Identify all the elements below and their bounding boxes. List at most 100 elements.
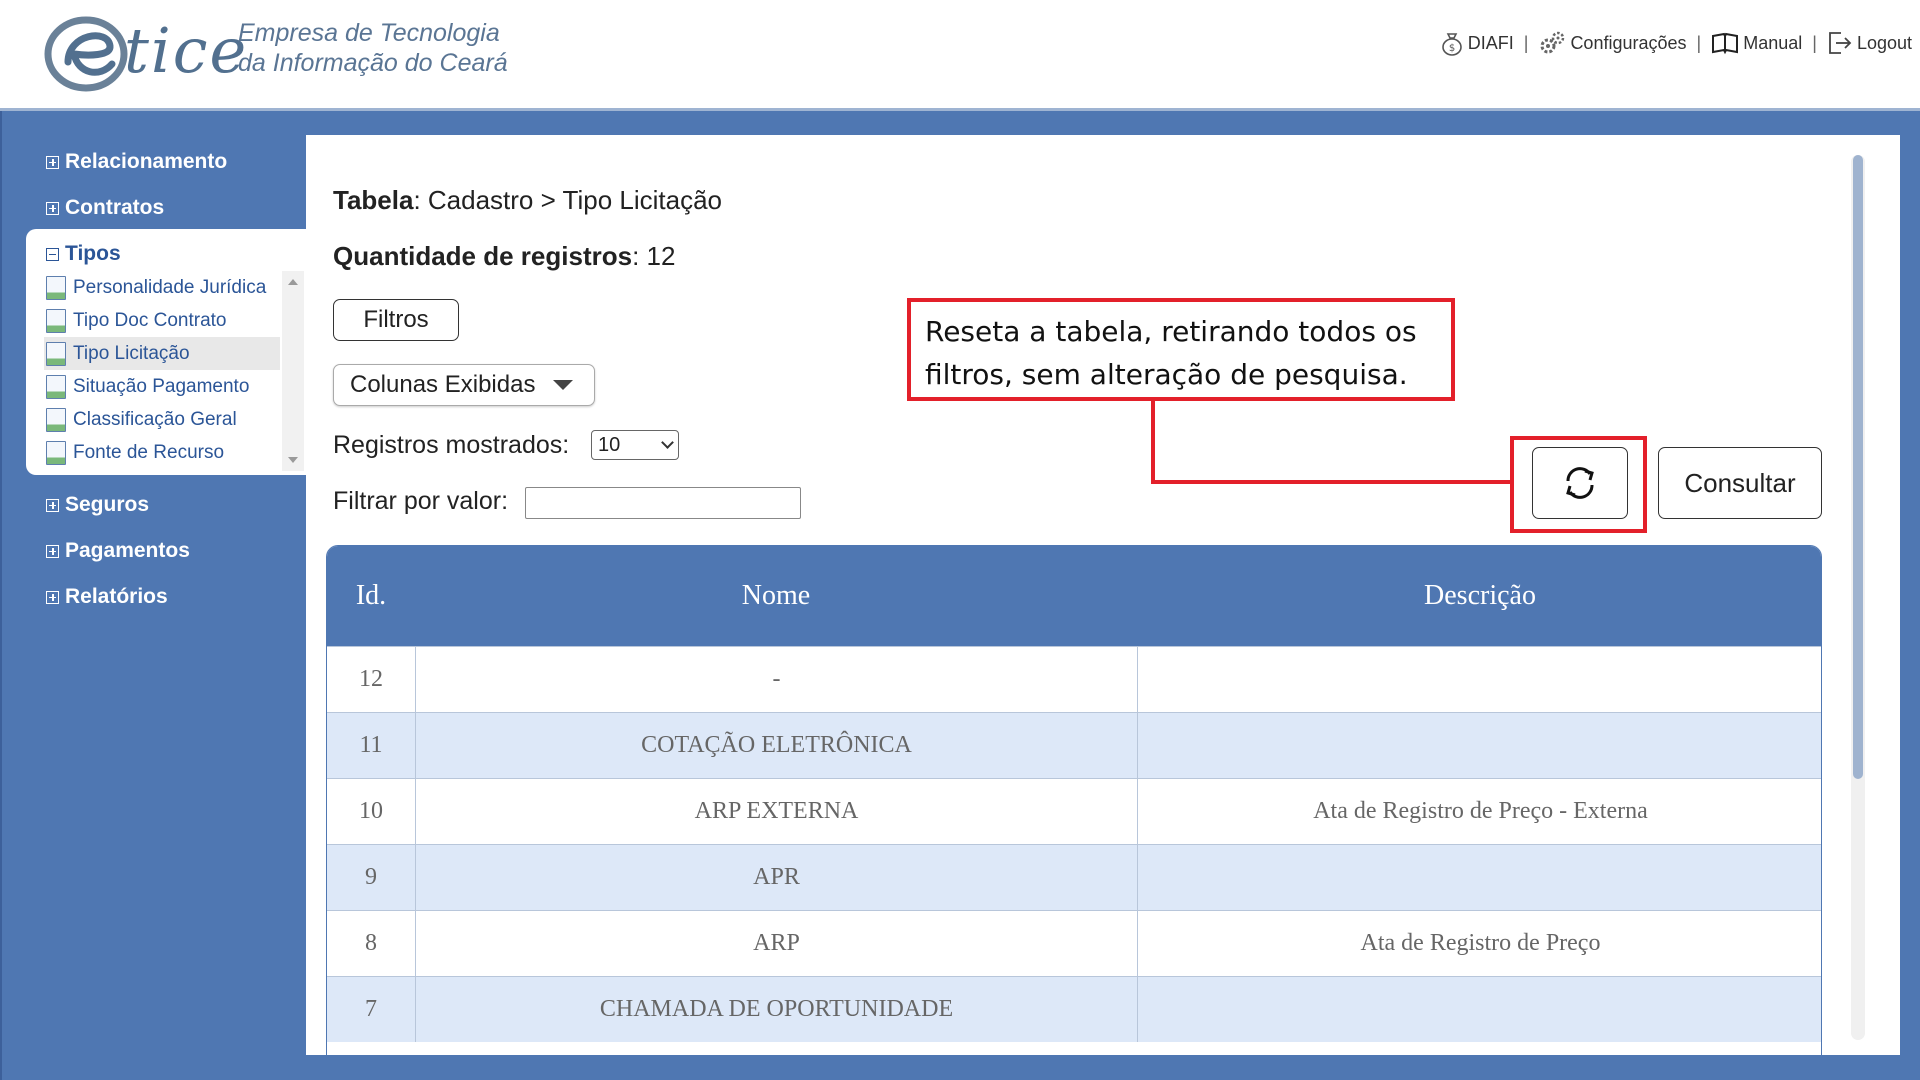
data-table: Id. Nome Descrição 12 - 11 COTAÇÃO ELETR… — [326, 545, 1822, 1055]
cell-id: 11 — [359, 732, 383, 758]
cell-descricao: Ata de Registro de Preço — [1137, 911, 1821, 976]
document-icon — [46, 341, 66, 366]
nav-configuracoes-label: Configurações — [1570, 32, 1687, 53]
nav-logout[interactable]: Logout — [1827, 30, 1912, 56]
registros-label: Registros mostrados: — [333, 431, 570, 459]
sidebar-item-label: Contratos — [65, 196, 165, 219]
expand-icon — [46, 590, 59, 604]
table-row[interactable]: 7 CHAMADA DE OPORTUNIDADE — [327, 976, 1821, 1042]
book-icon — [1712, 32, 1739, 55]
registros-select[interactable]: 10 — [591, 430, 679, 460]
document-icon — [46, 308, 66, 333]
nav-logout-label: Logout — [1856, 32, 1912, 53]
cell-nome: APR — [415, 845, 1137, 910]
table-row[interactable]: 12 - — [327, 646, 1821, 712]
submenu-item-situacao-pagamento[interactable]: Situação Pagamento — [44, 370, 280, 403]
money-bag-icon: $ — [1441, 33, 1462, 56]
cell-nome: ARP EXTERNA — [415, 779, 1137, 844]
nav-diafi[interactable]: $ DIAFI — [1440, 30, 1514, 56]
submenu-item-label: Fonte de Recurso — [73, 441, 225, 463]
submenu-item-tipo-licitacao[interactable]: Tipo Licitação — [44, 337, 280, 370]
sidebar-item-label: Tipos — [65, 242, 121, 265]
submenu-item-label: Tipo Doc Contrato — [73, 309, 227, 331]
logo-e-mark — [44, 16, 128, 92]
column-header-id[interactable]: Id. — [327, 546, 415, 646]
dropdown-arrow-icon — [553, 380, 574, 390]
table-row[interactable]: 9 APR — [327, 844, 1821, 910]
cell-id: 9 — [365, 864, 377, 890]
sidebar-item-seguros[interactable]: Seguros — [46, 493, 149, 517]
submenu-item-personalidade-juridica[interactable]: Personalidade Jurídica — [44, 271, 280, 304]
annotation-line-1: Reseta a tabela, retirando todos os — [925, 315, 1417, 348]
submenu-item-label: Personalidade Jurídica — [73, 276, 267, 298]
column-header-descricao[interactable]: Descrição — [1137, 546, 1821, 646]
submenu-item-classificacao-geral[interactable]: Classificação Geral — [44, 403, 280, 436]
scroll-down-icon[interactable] — [288, 457, 298, 463]
sidebar-item-label: Pagamentos — [65, 539, 190, 562]
sidebar-tipos-panel: Tipos Personalidade Jurídica Tipo Doc Co… — [26, 229, 306, 475]
scroll-up-icon[interactable] — [288, 279, 298, 285]
annotation-highlight-box — [1510, 436, 1647, 533]
company-line-2: da Informação do Ceará — [238, 49, 508, 77]
sidebar-item-label: Relacionamento — [65, 150, 228, 173]
cell-nome: - — [415, 647, 1137, 712]
filtrar-label: Filtrar por valor: — [333, 487, 509, 515]
sidebar-item-relatorios[interactable]: Relatórios — [46, 585, 168, 609]
document-icon — [46, 440, 66, 465]
column-header-nome[interactable]: Nome — [415, 546, 1137, 646]
cell-descricao — [1137, 977, 1821, 1042]
quantidade-value: : 12 — [632, 241, 676, 271]
sidebar-item-label: Seguros — [65, 493, 150, 516]
filtros-button[interactable]: Filtros — [333, 299, 459, 341]
sidebar-item-contratos[interactable]: Contratos — [46, 196, 164, 220]
chevron-down-icon — [661, 436, 674, 449]
nav-manual-label: Manual — [1743, 32, 1803, 53]
annotation-connector — [1151, 480, 1512, 484]
cell-nome: ARP — [415, 911, 1137, 976]
scrollbar-thumb[interactable] — [1853, 155, 1863, 779]
annotation-line-2: filtros, sem alteração de pesquisa. — [925, 358, 1408, 391]
expand-icon — [46, 201, 59, 215]
company-line-1: Empresa de Tecnologia — [238, 19, 500, 47]
nav-configuracoes[interactable]: Configurações — [1538, 30, 1687, 56]
table-header: Id. Nome Descrição — [327, 546, 1821, 646]
table-row[interactable]: 8 ARP Ata de Registro de Preço — [327, 910, 1821, 976]
sidebar-item-label: Relatórios — [65, 585, 168, 608]
cell-descricao — [1137, 845, 1821, 910]
submenu-item-label: Tipo Licitação — [73, 342, 190, 364]
logo-wordmark: tice — [124, 14, 249, 87]
submenu-scrollbar[interactable] — [282, 271, 304, 471]
colunas-exibidas-dropdown[interactable]: Colunas Exibidas — [333, 364, 595, 406]
consultar-button[interactable]: Consultar — [1658, 447, 1822, 519]
annotation-callout: Reseta a tabela, retirando todos os filt… — [907, 298, 1455, 401]
quantidade-label: Quantidade de registros — [333, 241, 633, 271]
cell-descricao — [1137, 647, 1821, 712]
expand-icon — [46, 544, 59, 558]
cell-id: 12 — [359, 666, 383, 692]
submenu-item-fonte-de-recurso[interactable]: Fonte de Recurso — [44, 436, 280, 469]
cell-id: 10 — [359, 798, 383, 824]
nav-separator: | — [1523, 32, 1529, 53]
sidebar-item-relacionamento[interactable]: Relacionamento — [46, 150, 227, 174]
cell-nome: CHAMADA DE OPORTUNIDADE — [415, 977, 1137, 1042]
company-name: Empresa de Tecnologia da Informação do C… — [238, 18, 508, 78]
nav-manual[interactable]: Manual — [1711, 31, 1802, 55]
collapse-icon — [46, 247, 59, 261]
record-count: Quantidade de registros: 12 — [333, 241, 675, 272]
nav-diafi-label: DIAFI — [1467, 32, 1514, 53]
svg-text:$: $ — [1449, 43, 1455, 54]
sidebar-item-tipos[interactable]: Tipos — [46, 242, 121, 266]
submenu-item-label: Classificação Geral — [73, 408, 237, 430]
table-row[interactable]: 10 ARP EXTERNA Ata de Registro de Preço … — [327, 778, 1821, 844]
filtrar-input[interactable] — [525, 487, 801, 519]
content-scrollbar[interactable] — [1851, 155, 1865, 1040]
sidebar-item-pagamentos[interactable]: Pagamentos — [46, 539, 190, 563]
document-icon — [46, 407, 66, 432]
registros-value: 10 — [598, 433, 621, 456]
cell-descricao — [1137, 713, 1821, 778]
cell-id: 8 — [365, 930, 377, 956]
document-icon — [46, 374, 66, 399]
tabela-label: Tabela — [333, 185, 414, 215]
submenu-item-tipo-doc-contrato[interactable]: Tipo Doc Contrato — [44, 304, 280, 337]
table-row[interactable]: 11 COTAÇÃO ELETRÔNICA — [327, 712, 1821, 778]
